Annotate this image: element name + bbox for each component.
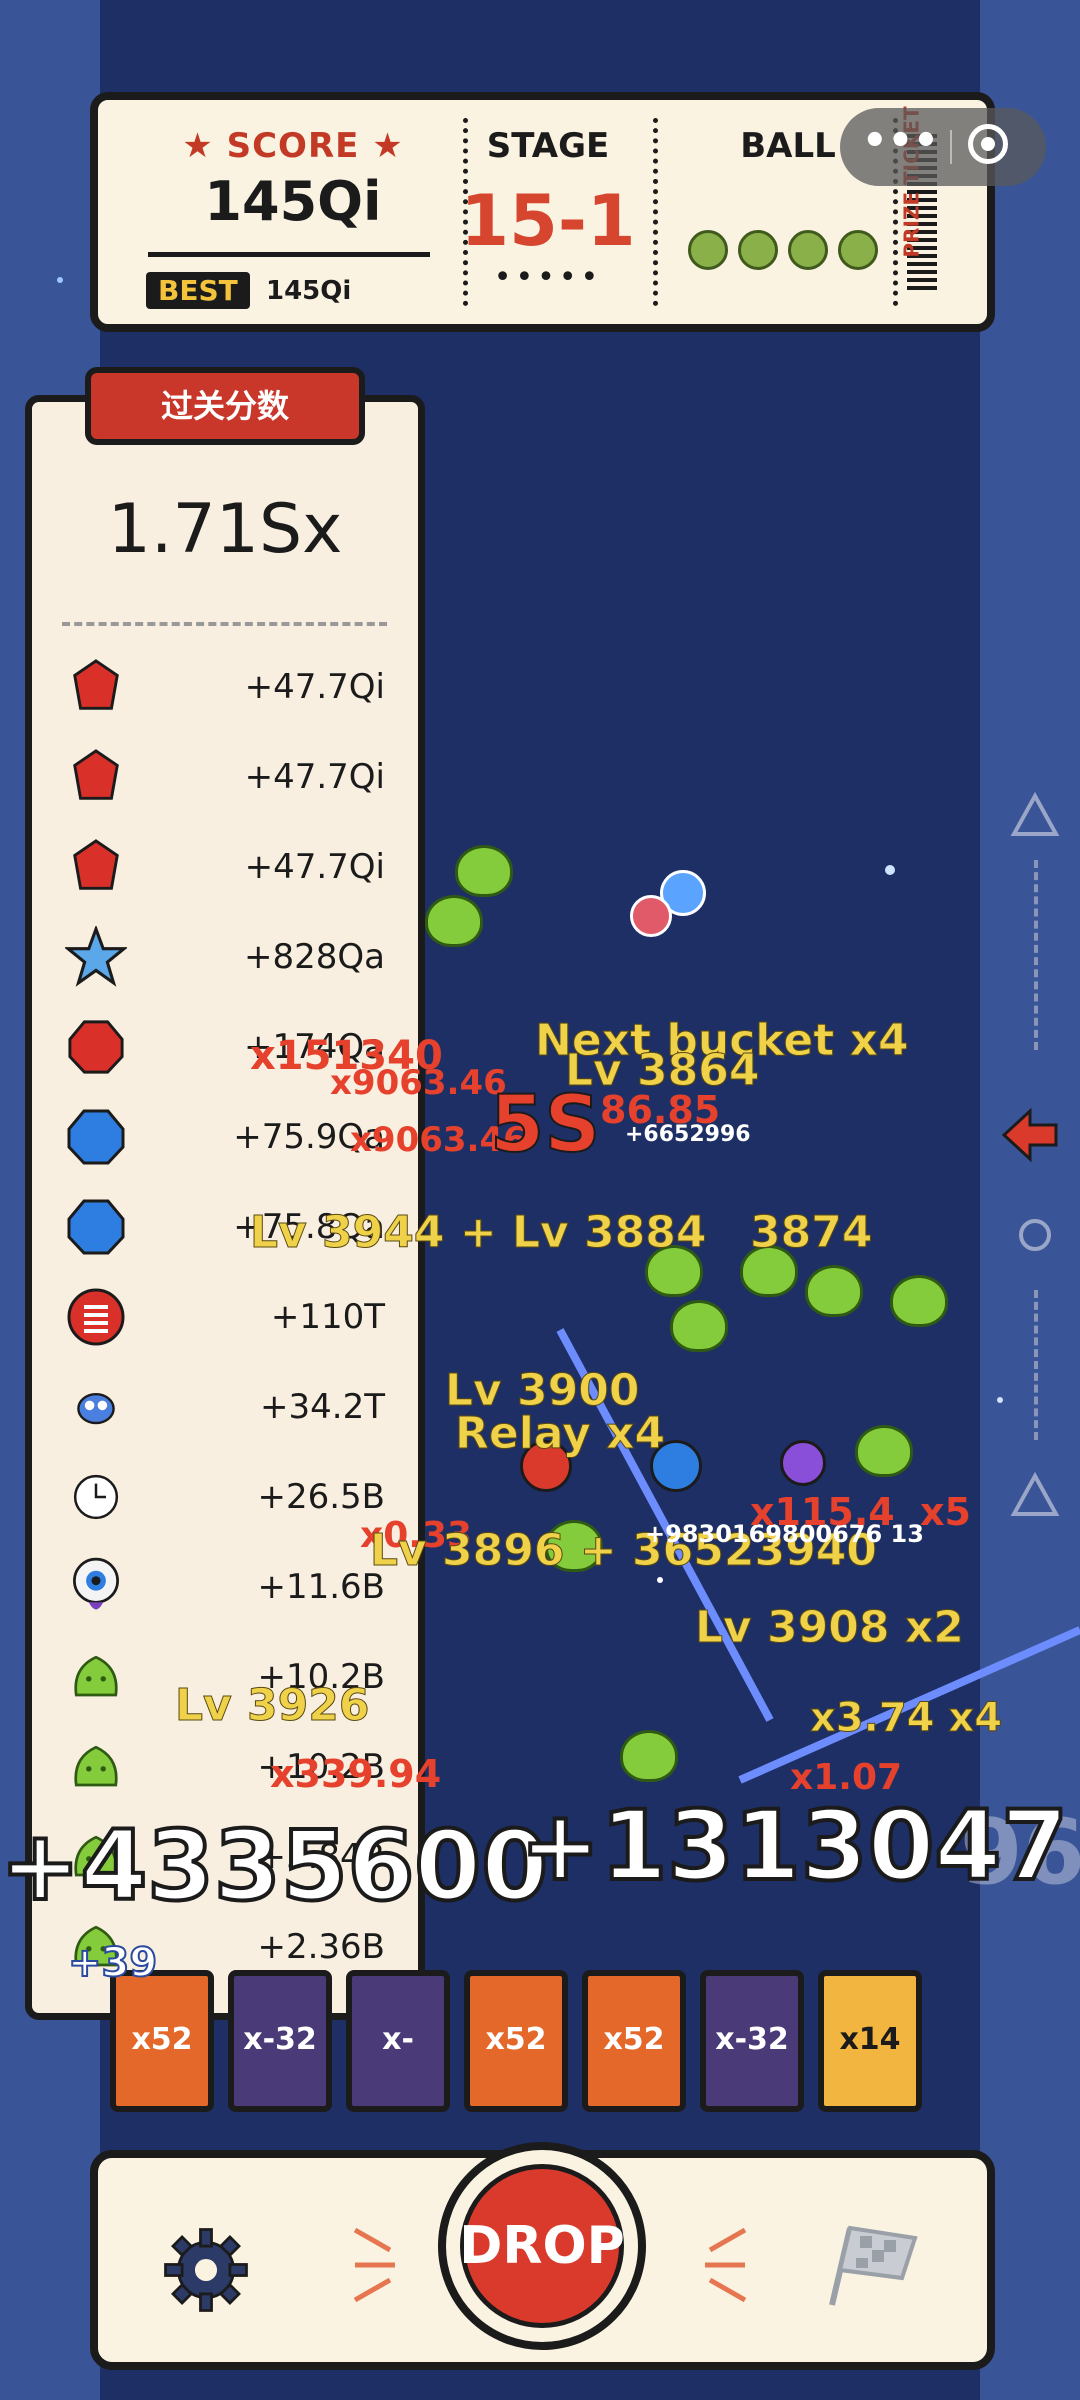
ball-orb bbox=[630, 895, 672, 937]
spark-lines-left bbox=[353, 2227, 395, 2303]
circle-icon bbox=[1019, 1219, 1051, 1251]
red-gem-icon bbox=[64, 655, 128, 719]
score-value: 145Qi bbox=[204, 170, 382, 233]
rail-dashed-line bbox=[1034, 860, 1038, 1050]
clear-score-entry-value: +47.7Qi bbox=[244, 757, 385, 797]
gear-icon[interactable] bbox=[160, 2224, 252, 2316]
clear-score-entry-value: +47.7Qi bbox=[244, 847, 385, 887]
effect-level: Lv 3944 + Lv 3884 bbox=[250, 1207, 707, 1259]
multiplier-bucket: x52 bbox=[110, 1970, 214, 2112]
arrow-left-icon bbox=[1001, 1107, 1058, 1163]
multiplier-bucket: x52 bbox=[582, 1970, 686, 2112]
clear-score-entry-value: +828Qa bbox=[244, 937, 385, 977]
effect-level: Lv 3926 bbox=[175, 1680, 370, 1732]
triangle-up-icon bbox=[1010, 791, 1060, 836]
drop-button[interactable]: DROP bbox=[438, 2142, 646, 2350]
ball-slot-icon bbox=[838, 230, 878, 270]
red-ruby-icon bbox=[64, 1015, 128, 1079]
clear-score-entry-value: +110T bbox=[270, 1297, 385, 1337]
capsule-divider bbox=[950, 130, 952, 164]
more-menu-icon[interactable]: ••• bbox=[862, 118, 939, 164]
red-gem-icon bbox=[64, 835, 128, 899]
green-slime-icon bbox=[455, 845, 513, 897]
clear-score-entry-value: +34.2T bbox=[260, 1387, 385, 1427]
multiplier-bucket: x52 bbox=[464, 1970, 568, 2112]
score-divider bbox=[148, 252, 430, 257]
red-gem-icon bbox=[64, 745, 128, 809]
multiplier-bucket: x-32 bbox=[700, 1970, 804, 2112]
best-value: 145Qi bbox=[266, 276, 352, 306]
blue-sapphire-icon bbox=[64, 1195, 128, 1259]
effect-relay: Relay x4 bbox=[454, 1408, 666, 1460]
drop-button-face[interactable]: DROP bbox=[459, 2164, 625, 2328]
ball-slot-icon bbox=[738, 230, 778, 270]
close-target-icon[interactable] bbox=[968, 124, 1008, 164]
green-slime-icon bbox=[64, 1645, 128, 1709]
ball-slot-icon bbox=[788, 230, 828, 270]
green-slime-icon bbox=[425, 895, 483, 947]
effect-multiplier: x3.74 x4 bbox=[809, 1695, 1003, 1742]
clear-score-entry-value: +2.36B bbox=[257, 1927, 385, 1967]
right-background-band bbox=[980, 0, 1080, 2400]
multiplier-bucket: x-32 bbox=[228, 1970, 332, 2112]
effect-multiplier: x9063.46 bbox=[330, 1063, 507, 1103]
mini-program-capsule[interactable]: ••• bbox=[840, 108, 1046, 186]
blue-star-icon bbox=[64, 925, 128, 989]
clear-score-entry-value: +26.5B bbox=[257, 1477, 385, 1517]
checkered-flag-icon[interactable] bbox=[820, 2220, 930, 2310]
clear-score-entry-value: +47.7Qi bbox=[244, 667, 385, 707]
effect-multiplier: x339.94 bbox=[270, 1752, 442, 1796]
green-slime-icon bbox=[64, 1735, 128, 1799]
countdown-timer: 5S bbox=[489, 1079, 601, 1171]
stage-value: 15-1 bbox=[460, 180, 636, 262]
effect-score-popup: +6652996 bbox=[625, 1122, 751, 1147]
effect-multiplier: x5 bbox=[920, 1490, 971, 1534]
spring-icon bbox=[64, 1285, 128, 1349]
effect-score-popup: +39 bbox=[67, 1939, 158, 1987]
ball-slot-icon bbox=[688, 230, 728, 270]
effect-level: Lv 3908 x2 bbox=[695, 1602, 965, 1654]
blue-sapphire-icon bbox=[64, 1105, 128, 1169]
clock-icon bbox=[64, 1465, 128, 1529]
stage-label: STAGE bbox=[486, 126, 610, 166]
blue-creature-icon bbox=[64, 1375, 128, 1439]
clear-score-total: 1.71Sx bbox=[107, 490, 343, 569]
clear-score-entry-value: +11.6B bbox=[257, 1567, 385, 1607]
multiplier-bucket: x-160 bbox=[346, 1970, 450, 2185]
spark-lines-right bbox=[705, 2227, 747, 2303]
best-badge: BEST bbox=[146, 272, 250, 309]
drop-label: DROP bbox=[459, 2216, 625, 2276]
clear-score-header: 过关分数 bbox=[85, 367, 365, 445]
multiplier-bucket: x14 bbox=[818, 1970, 922, 2112]
effect-level: 3874 bbox=[749, 1207, 873, 1259]
effect-multiplier: x115.4 bbox=[750, 1490, 895, 1534]
stage-progress-dots: ••••• bbox=[493, 260, 603, 295]
big-score-popup: +4335600 bbox=[0, 1808, 550, 1924]
eyeball-icon bbox=[64, 1555, 128, 1619]
panel-dashed-divider bbox=[62, 622, 387, 626]
big-score-popup: +1313047 bbox=[518, 1788, 1070, 1904]
score-label: ★ SCORE ★ bbox=[182, 126, 404, 166]
